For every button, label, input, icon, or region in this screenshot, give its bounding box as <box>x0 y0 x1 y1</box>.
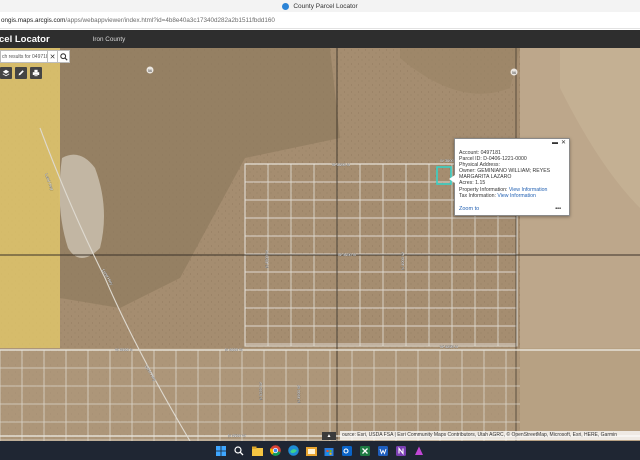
draw-button[interactable] <box>15 67 27 79</box>
road-label: N 5250 W <box>258 382 263 400</box>
zoom-to-link[interactable]: Zoom to <box>459 206 479 212</box>
excel-icon[interactable] <box>359 444 372 457</box>
file-explorer-icon[interactable] <box>251 444 264 457</box>
property-info-link[interactable]: View Information <box>509 187 548 193</box>
file-manager-icon[interactable] <box>305 444 318 457</box>
map-view[interactable]: 56 56 W 3600 N Lund Hwy N 4500 W W 3450 … <box>0 48 640 441</box>
os-taskbar <box>0 441 640 460</box>
pencil-icon <box>18 70 24 76</box>
clear-search-button[interactable]: ✕ <box>48 50 58 63</box>
store-icon[interactable] <box>323 444 336 457</box>
search-widget: ch results for 0497181 ✕ <box>0 50 70 63</box>
parcel-popup: ▬ ✕ Account: 0497181 Parcel ID: D-0406-1… <box>449 138 570 216</box>
print-button[interactable] <box>30 67 42 79</box>
taskbar-search-icon[interactable] <box>233 444 246 457</box>
svg-text:56: 56 <box>148 69 152 73</box>
road-label: N 4500 W <box>264 250 269 268</box>
road-label: N 4800 W <box>225 347 243 352</box>
url-text[interactable]: ongis.maps.arcgis.com/apps/webappviewer/… <box>1 17 275 24</box>
popup-body: Account: 0497181 Parcel ID: D-0406-1221-… <box>455 147 569 199</box>
road-label: W 3000 N <box>115 347 133 352</box>
road-label: W 3250 N <box>440 344 458 349</box>
app-header: cel Locator Iron County <box>0 30 640 48</box>
search-input[interactable]: ch results for 0497181 <box>0 50 48 63</box>
site-favicon-icon <box>282 2 290 10</box>
outlook-icon[interactable] <box>341 444 354 457</box>
more-actions-button[interactable]: ••• <box>555 206 561 212</box>
road-label: W 3450 N <box>338 252 356 257</box>
layers-button[interactable] <box>0 67 12 79</box>
road-label: N 3500 W <box>296 385 301 403</box>
app-title: cel Locator <box>0 33 50 45</box>
word-icon[interactable] <box>377 444 390 457</box>
chrome-icon[interactable] <box>269 444 282 457</box>
road-label: W 3600 N <box>332 162 350 167</box>
route-shield-2: 56 <box>510 68 518 76</box>
dock-popup-icon[interactable]: ▬ <box>552 140 558 146</box>
search-button[interactable] <box>58 50 70 63</box>
close-popup-icon[interactable]: ✕ <box>561 140 566 146</box>
onenote-icon[interactable] <box>395 444 408 457</box>
satellite-imagery[interactable]: 56 56 W 3600 N Lund Hwy N 4500 W W 3450 … <box>0 48 640 441</box>
popup-pointer <box>449 175 455 183</box>
window-title: County Parcel Locator <box>293 2 358 10</box>
svg-text:56: 56 <box>512 71 516 75</box>
layers-icon <box>2 69 10 77</box>
app-icon[interactable] <box>413 444 426 457</box>
url-path: /apps/webappviewer/index.html?id=4b8e40a… <box>65 16 275 24</box>
search-icon <box>59 52 68 61</box>
address-bar[interactable]: ongis.maps.arcgis.com/apps/webappviewer/… <box>0 12 640 29</box>
popup-footer: Zoom to ••• <box>459 206 561 212</box>
popup-header: ▬ ✕ <box>455 139 569 147</box>
map-toolbar <box>0 67 42 79</box>
tax-info-link[interactable]: View Information <box>497 193 536 199</box>
print-icon <box>32 69 40 77</box>
popup-row-tax-info: Tax Information: View Information <box>459 192 536 199</box>
url-host: ongis.maps.arcgis.com <box>1 16 66 24</box>
map-attribution: ource: Esri, USDA FSA | Esri Community M… <box>340 431 640 440</box>
edge-icon[interactable] <box>287 444 300 457</box>
attribution-toggle[interactable]: ▲ <box>322 432 336 440</box>
windows-start-icon[interactable] <box>215 444 228 457</box>
route-shield-1: 56 <box>146 66 154 74</box>
browser-title-bar: County Parcel Locator <box>0 0 640 12</box>
app-subtitle: Iron County <box>92 35 126 43</box>
screen: { "window": { "title": "County Parcel Lo… <box>0 0 640 460</box>
road-label: N 3500 W <box>228 433 246 438</box>
road-label: N 4000 W <box>400 252 405 270</box>
